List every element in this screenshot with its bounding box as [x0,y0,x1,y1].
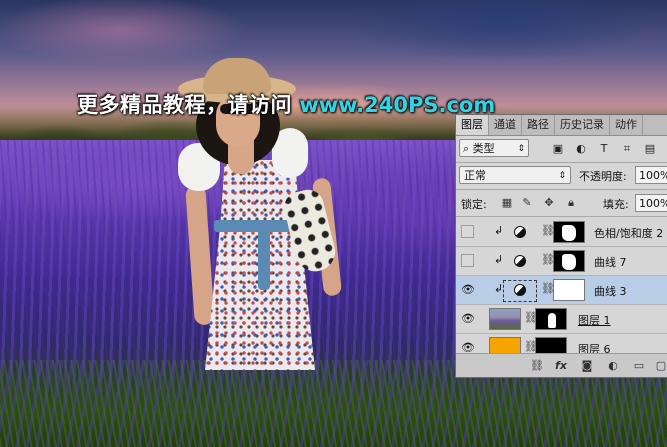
lock-row: 锁定: ▦ ✎ ✥ 🔒︎ 填充: 100% [456,192,667,214]
new-layer-icon[interactable]: ▢ [654,359,667,373]
lock-all-icon[interactable]: 🔒︎ [564,196,578,210]
layer-row-layer-1[interactable]: 👁︎ ⛓ 图层 1 [456,305,667,334]
layers-panel: 图层 通道 路径 历史记录 动作 ⌕ 类型 ⇕ ▣ ◐ T ⌗ ▤ 正常 ⇕ 不… [455,114,667,378]
lock-move-icon[interactable]: ✥ [542,196,556,210]
layer-name[interactable]: 色相/饱和度 2 [594,225,663,241]
mask-shape [562,254,576,270]
visibility-toggle[interactable] [461,225,474,238]
lock-label: 锁定: [461,198,487,211]
chevron-updown-icon: ⇕ [558,171,566,181]
watermark: 更多精品教程，请访问 www.240PS.com [77,91,495,119]
opacity-input[interactable]: 100% [635,166,667,184]
mask-shape [562,225,576,241]
tab-channels[interactable]: 通道 [489,115,522,135]
layer-row-hue-saturation-2[interactable]: ↲ ⛓ 色相/饱和度 2 [456,218,667,247]
tab-paths[interactable]: 路径 [522,115,555,135]
chevron-updown-icon: ⇕ [517,144,525,154]
clipping-arrow-icon: ↲ [494,253,504,266]
shape-filter-icon[interactable]: ⌗ [620,142,634,156]
fill-input[interactable]: 100% [635,194,667,212]
opacity-label: 不透明度: [579,170,627,183]
filter-kind-label: 类型 [472,142,495,155]
adjustment-filter-icon[interactable]: ◐ [574,142,588,156]
panel-tabs: 图层 通道 路径 历史记录 动作 [456,115,667,136]
clipping-arrow-icon: ↲ [494,224,504,237]
layer-mask-thumbnail[interactable] [553,279,585,301]
mask-shape [548,313,556,328]
divider [456,162,667,163]
adjustment-layer-icon [514,284,526,296]
new-group-icon[interactable]: ▭ [632,359,646,373]
layer-mask-thumbnail[interactable] [535,308,567,330]
link-icon[interactable]: ⛓ [530,359,544,373]
divider [456,189,667,190]
watermark-text: 更多精品教程，请访问 [77,93,292,117]
layers-list: ↲ ⛓ 色相/饱和度 2 ↲ ⛓ 曲线 7 👁︎ ↲ ⛓ 曲线 3 👁︎ ⛓ 图… [456,218,667,363]
blend-mode-select[interactable]: 正常 ⇕ [459,166,571,184]
filter-kind-select[interactable]: ⌕ 类型 ⇕ [459,139,529,157]
eye-icon[interactable]: 👁︎ [461,283,475,296]
panel-footer: ⛓ fx ◙ ◐ ▭ ▢ [456,353,667,377]
layer-mask-thumbnail[interactable] [553,250,585,272]
visibility-toggle[interactable] [461,254,474,267]
belt-tie [258,228,270,290]
layer-name[interactable]: 图层 1 [578,312,611,328]
add-mask-icon[interactable]: ◙ [580,359,594,373]
smart-object-filter-icon[interactable]: ▤ [643,142,657,156]
blend-row: 正常 ⇕ 不透明度: 100% [456,164,667,186]
lock-paint-icon[interactable]: ✎ [520,196,534,210]
lock-transparent-icon[interactable]: ▦ [500,196,514,210]
clipping-arrow-icon: ↲ [494,282,504,295]
search-icon: ⌕ [463,142,470,155]
layer-mask-thumbnail[interactable] [553,221,585,243]
layer-row-curves-7[interactable]: ↲ ⛓ 曲线 7 [456,247,667,276]
fill-label: 填充: [603,198,629,211]
tab-layers[interactable]: 图层 [456,115,489,135]
tab-history[interactable]: 历史记录 [555,115,610,135]
new-adjustment-icon[interactable]: ◐ [606,359,620,373]
layer-name[interactable]: 曲线 3 [594,283,627,299]
eye-icon[interactable]: 👁︎ [461,312,475,325]
image-filter-icon[interactable]: ▣ [551,142,565,156]
layer-row-curves-3[interactable]: 👁︎ ↲ ⛓ 曲线 3 [456,276,667,305]
fx-icon[interactable]: fx [554,359,568,373]
tab-actions[interactable]: 动作 [610,115,643,135]
type-filter-icon[interactable]: T [597,142,611,156]
layer-thumbnail[interactable] [489,308,521,330]
divider [456,216,667,217]
filter-row: ⌕ 类型 ⇕ ▣ ◐ T ⌗ ▤ [456,137,667,161]
adjustment-layer-icon [514,255,526,267]
adjustment-layer-icon [514,226,526,238]
blend-mode-value: 正常 [464,169,486,182]
layer-name[interactable]: 曲线 7 [594,254,627,270]
